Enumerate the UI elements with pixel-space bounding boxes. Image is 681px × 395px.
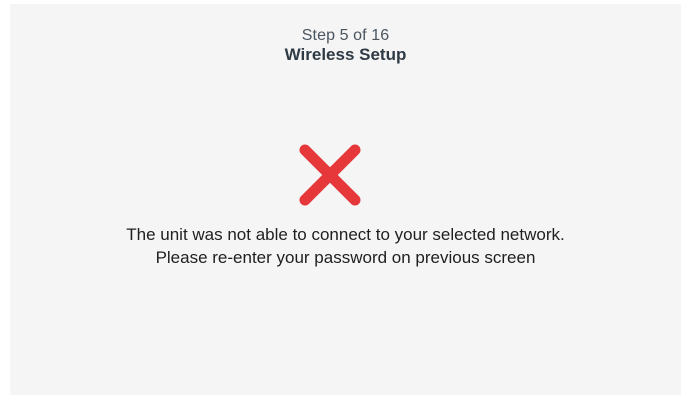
step-indicator: Step 5 of 16	[301, 27, 390, 44]
page-title: Wireless Setup	[284, 45, 407, 64]
wireless-setup-screen: Step 5 of 16 Wireless Setup The unit was…	[10, 4, 681, 395]
error-message-line-2: Please re-enter your password on previou…	[155, 248, 536, 267]
error-x-icon	[299, 144, 361, 206]
error-message-line-1: The unit was not able to connect to your…	[126, 225, 565, 244]
setup-header: Step 5 of 16 Wireless Setup	[10, 27, 681, 65]
connection-error-message: The unit was not able to connect to your…	[10, 223, 681, 269]
